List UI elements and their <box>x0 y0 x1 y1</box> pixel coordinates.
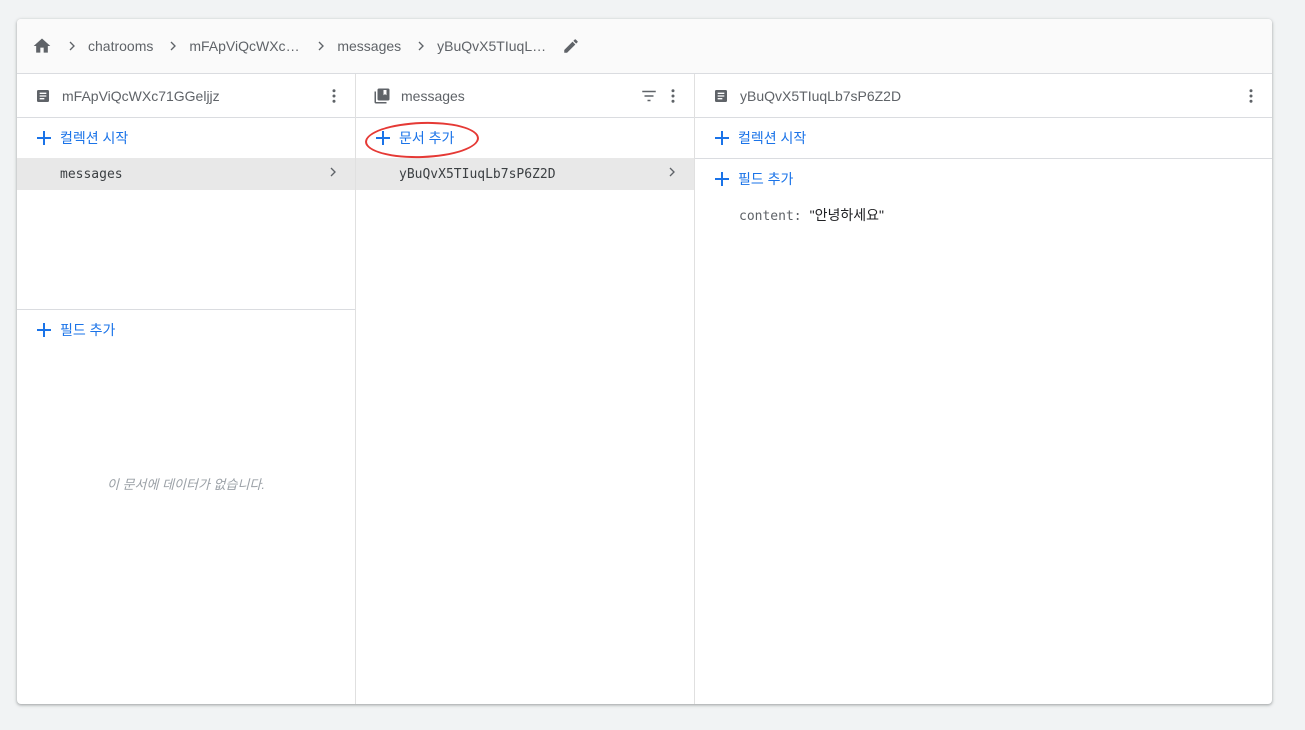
collection-icon <box>373 87 391 105</box>
document-icon <box>34 87 52 105</box>
breadcrumb-chatroom-doc[interactable]: mFApViQcWXc7... <box>189 38 301 54</box>
breadcrumb-chatrooms[interactable]: chatrooms <box>88 38 153 54</box>
panel-header: mFApViQcWXc71GGeljjz <box>17 74 355 118</box>
filter-icon[interactable] <box>637 84 661 108</box>
panel-title: yBuQvX5TIuqLb7sP6Z2D <box>740 87 902 104</box>
more-vert-icon[interactable] <box>1239 84 1263 108</box>
panels: mFApViQcWXc71GGeljjz 컬렉션 시작 messages 필드 … <box>17 74 1272 704</box>
chevron-right-icon <box>325 164 341 184</box>
start-collection-button[interactable]: 컬렉션 시작 <box>695 118 1272 158</box>
panel-header: messages <box>356 74 694 118</box>
plus-icon <box>36 130 52 146</box>
chevron-right-icon <box>309 34 333 58</box>
chevron-right-icon <box>161 34 185 58</box>
panel-title: mFApViQcWXc71GGeljjz <box>62 87 220 104</box>
field-value: "안녕하세요" <box>809 207 884 223</box>
breadcrumb-messages[interactable]: messages <box>337 38 401 54</box>
plus-icon <box>375 130 391 146</box>
start-collection-label: 컬렉션 시작 <box>738 130 807 146</box>
add-document-button[interactable]: 문서 추가 <box>356 118 694 160</box>
empty-document-message: 이 문서에 데이터가 없습니다. <box>107 477 265 492</box>
home-icon[interactable] <box>32 36 52 56</box>
add-field-button[interactable]: 필드 추가 <box>695 159 1272 199</box>
add-field-button[interactable]: 필드 추가 <box>17 310 355 350</box>
breadcrumb-message-doc[interactable]: yBuQvX5TIuqLb... <box>437 38 549 54</box>
list-item-label: messages <box>60 166 123 182</box>
pencil-icon[interactable] <box>561 36 581 56</box>
breadcrumb: chatrooms mFApViQcWXc7... messages yBuQv… <box>17 19 1272 74</box>
panel-title: messages <box>401 87 465 104</box>
collection-panel-messages: messages 문서 추가 yBuQvX5TIuqLb7sP6Z2D <box>356 74 695 704</box>
document-panel-chatroom: mFApViQcWXc71GGeljjz 컬렉션 시작 messages 필드 … <box>17 74 356 704</box>
list-item-document[interactable]: yBuQvX5TIuqLb7sP6Z2D <box>356 158 694 190</box>
chevron-right-icon <box>409 34 433 58</box>
add-document-label: 문서 추가 <box>399 130 455 146</box>
add-field-label: 필드 추가 <box>60 322 116 338</box>
plus-icon <box>714 171 730 187</box>
panel-header: yBuQvX5TIuqLb7sP6Z2D <box>695 74 1272 118</box>
start-collection-button[interactable]: 컬렉션 시작 <box>17 118 355 158</box>
list-item-messages[interactable]: messages <box>17 158 355 190</box>
chevron-right-icon <box>664 164 680 184</box>
field-row-content[interactable]: content: "안녕하세요" <box>695 205 1272 225</box>
start-collection-label: 컬렉션 시작 <box>60 130 129 146</box>
more-vert-icon[interactable] <box>322 84 346 108</box>
plus-icon <box>36 322 52 338</box>
field-key: content: <box>739 209 802 224</box>
chevron-right-icon <box>60 34 84 58</box>
document-icon <box>712 87 730 105</box>
plus-icon <box>714 130 730 146</box>
firestore-data-viewer: chatrooms mFApViQcWXc7... messages yBuQv… <box>17 19 1272 704</box>
document-panel-message: yBuQvX5TIuqLb7sP6Z2D 컬렉션 시작 필드 추가 conten… <box>695 74 1272 704</box>
list-item-label: yBuQvX5TIuqLb7sP6Z2D <box>399 166 556 182</box>
more-vert-icon[interactable] <box>661 84 685 108</box>
add-field-label: 필드 추가 <box>738 171 794 187</box>
